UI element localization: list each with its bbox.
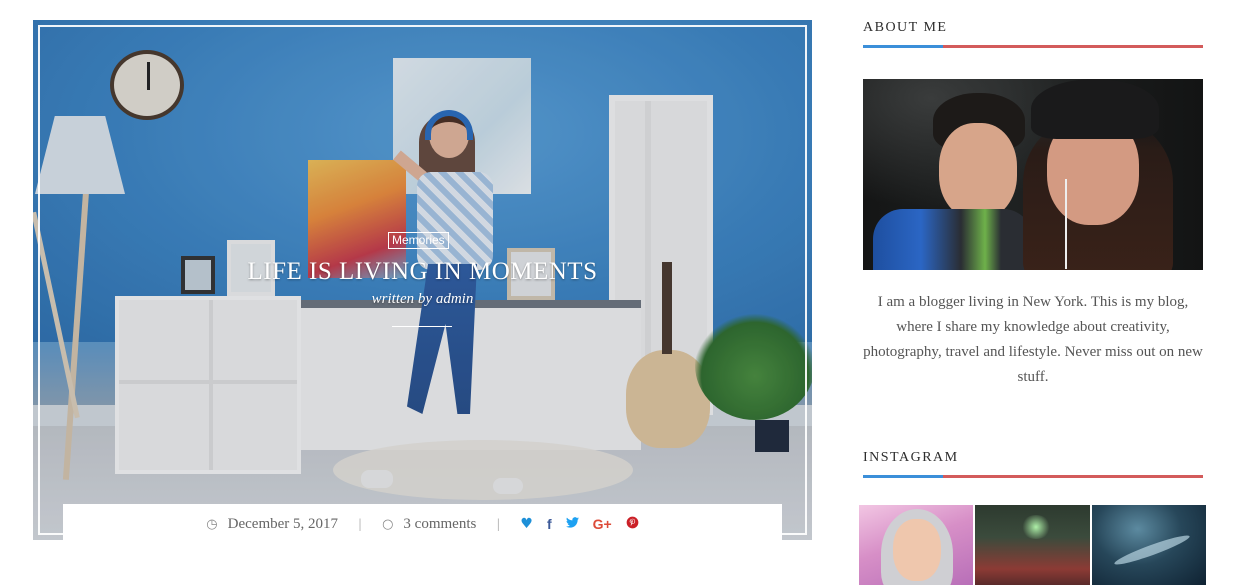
post-byline: written by admin	[371, 291, 474, 307]
instagram-photo[interactable]	[1092, 505, 1206, 585]
post-date-text: December 5, 2017	[227, 515, 339, 532]
post-title[interactable]: LIFE IS LIVING IN MOMENTS	[33, 258, 812, 286]
facebook-icon[interactable]: f	[547, 516, 552, 532]
share-buttons: ♥ f G+	[520, 516, 639, 533]
about-me-rule	[863, 45, 1203, 48]
instagram-title: INSTAGRAM	[863, 450, 959, 465]
instagram-rule	[863, 475, 1203, 478]
pinterest-icon[interactable]	[626, 516, 639, 533]
post-meta-bar: ◷ December 5, 2017 | ○ 3 comments | ♥ f …	[63, 504, 782, 544]
comment-icon: ○	[382, 516, 394, 532]
category-badge[interactable]: Memories	[388, 232, 449, 249]
heart-icon[interactable]: ♥	[520, 516, 533, 532]
google-plus-icon[interactable]: G+	[593, 516, 612, 532]
post-date: ◷ December 5, 2017	[206, 516, 338, 533]
meta-separator: |	[496, 517, 501, 531]
post-comments-link[interactable]: ○ 3 comments	[382, 516, 476, 533]
about-me-text: I am a blogger living in New York. This …	[863, 294, 1203, 385]
clock-icon: ◷	[206, 516, 218, 532]
post-comments-text[interactable]: 3 comments	[403, 516, 476, 533]
twitter-icon[interactable]	[565, 516, 579, 532]
about-me-photo	[863, 79, 1203, 270]
featured-post-image[interactable]: Memories LIFE IS LIVING IN MOMENTS writt…	[33, 20, 812, 540]
title-divider	[392, 326, 452, 327]
meta-separator: |	[358, 517, 363, 531]
instagram-photo[interactable]	[975, 505, 1090, 585]
instagram-photo[interactable]	[859, 505, 973, 585]
about-me-title: ABOUT ME	[863, 20, 948, 35]
